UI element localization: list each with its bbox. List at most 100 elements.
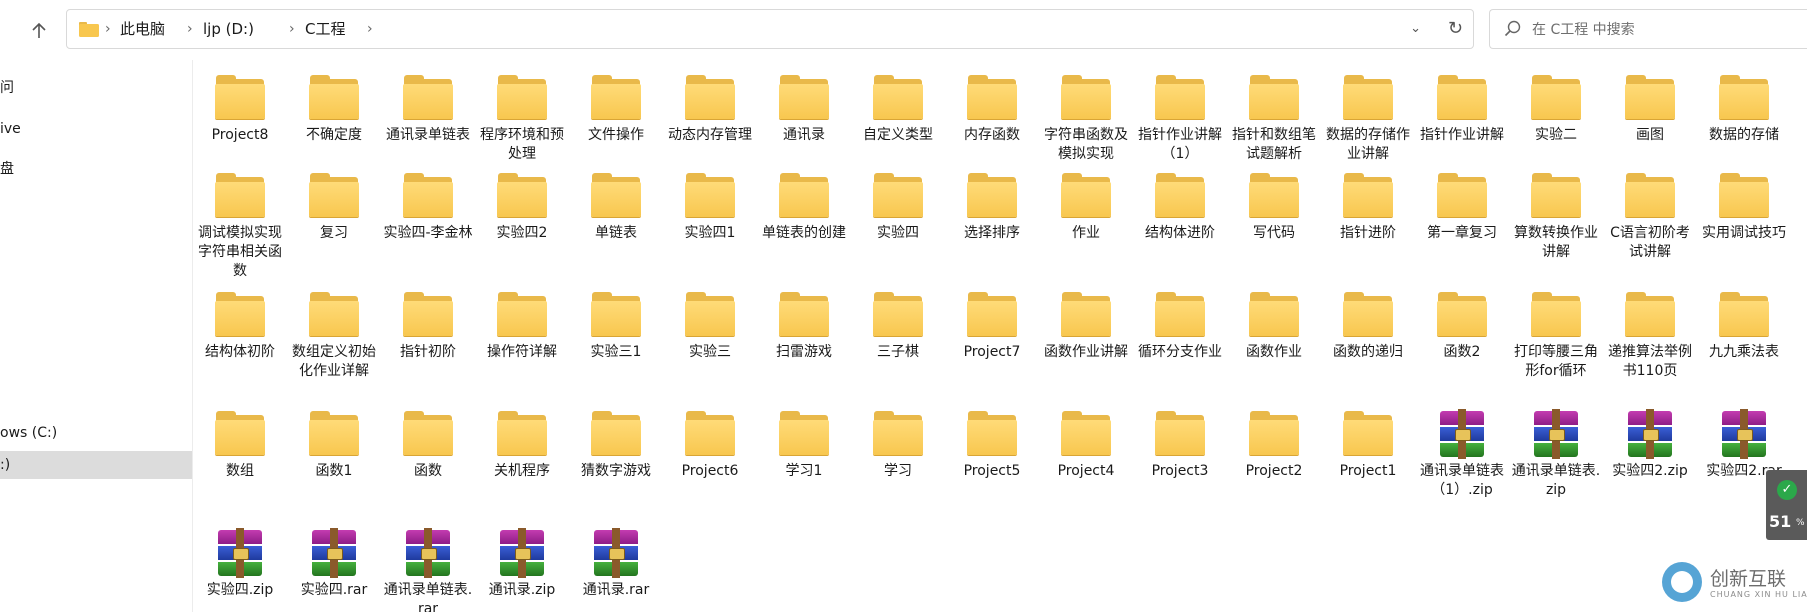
folder-item[interactable]: 第一章复习 (1417, 158, 1507, 268)
folder-item[interactable]: 函数作业 (1229, 277, 1319, 387)
folder-icon (873, 411, 923, 457)
folder-item[interactable]: 关机程序 (477, 396, 567, 506)
folder-item[interactable]: 九九乘法表 (1699, 277, 1789, 387)
file-name: Project5 (963, 463, 1021, 479)
up-arrow-icon[interactable] (26, 18, 52, 44)
folder-item[interactable]: 实用调试技巧 (1699, 158, 1789, 268)
sidebar-item-onedrive[interactable]: ive (0, 115, 192, 143)
folder-item[interactable]: 函数2 (1417, 277, 1507, 387)
folder-item[interactable]: 自定义类型 (853, 60, 943, 170)
folder-item[interactable]: 单链表的创建 (759, 158, 849, 268)
folder-item[interactable]: 数组 (195, 396, 285, 506)
file-name: 指针进阶 (1340, 225, 1396, 241)
folder-item[interactable]: 递推算法举例书110页 (1605, 277, 1695, 387)
folder-item[interactable]: 写代码 (1229, 158, 1319, 268)
folder-item[interactable]: 通讯录单链表 (383, 60, 473, 170)
folder-item[interactable]: 结构体初阶 (195, 277, 285, 387)
folder-item[interactable]: 实验四 (853, 158, 943, 268)
folder-icon (779, 292, 829, 338)
chevron-down-icon[interactable]: ⌄ (1410, 10, 1421, 48)
archive-item[interactable]: 通讯录单链表.rar (383, 515, 473, 612)
folder-icon (1249, 292, 1299, 338)
folder-item[interactable]: 指针作业讲解 (1417, 60, 1507, 170)
folder-icon (1343, 292, 1393, 338)
archive-item[interactable]: 实验四.rar (289, 515, 379, 612)
folder-item[interactable]: 不确定度 (289, 60, 379, 170)
folder-item[interactable]: 选择排序 (947, 158, 1037, 268)
folder-item[interactable]: Project7 (947, 277, 1037, 387)
folder-item[interactable]: 复习 (289, 158, 379, 268)
archive-item[interactable]: 实验四.zip (195, 515, 285, 612)
archive-item[interactable]: 实验四2.zip (1605, 396, 1695, 506)
folder-item[interactable]: 单链表 (571, 158, 661, 268)
folder-item[interactable]: 数据的存储作业讲解 (1323, 60, 1413, 170)
folder-item[interactable]: 猜数字游戏 (571, 396, 661, 506)
folder-item[interactable]: 学习1 (759, 396, 849, 506)
folder-item[interactable]: 扫雷游戏 (759, 277, 849, 387)
file-name: 通讯录单链表 (386, 127, 470, 143)
folder-item[interactable]: C语言初阶考试讲解 (1605, 158, 1695, 268)
folder-item[interactable]: 画图 (1605, 60, 1695, 170)
archive-item[interactable]: 通讯录.rar (571, 515, 661, 612)
breadcrumb-this-pc[interactable]: 此电脑 (120, 10, 165, 48)
folder-item[interactable]: Project5 (947, 396, 1037, 506)
toolbar: › 此电脑 › ljp (D:) › C工程 › ⌄ ↻ (0, 0, 1807, 60)
folder-item[interactable]: Project2 (1229, 396, 1319, 506)
sidebar-item-disk[interactable]: 盘 (0, 155, 192, 183)
folder-icon (591, 411, 641, 457)
folder-item[interactable]: 函数的递归 (1323, 277, 1413, 387)
folder-item[interactable]: Project3 (1135, 396, 1225, 506)
folder-item[interactable]: 实验四1 (665, 158, 755, 268)
folder-item[interactable]: Project6 (665, 396, 755, 506)
folder-item[interactable]: 函数作业讲解 (1041, 277, 1131, 387)
folder-item[interactable]: 程序环境和预处理 (477, 60, 567, 170)
folder-item[interactable]: 打印等腰三角形for循环 (1511, 277, 1601, 387)
search-input[interactable] (1530, 14, 1794, 46)
folder-item[interactable]: 实验三 (665, 277, 755, 387)
folder-item[interactable]: 实验四-李金林 (383, 158, 473, 268)
folder-item[interactable]: 实验三1 (571, 277, 661, 387)
address-bar[interactable]: › 此电脑 › ljp (D:) › C工程 › ⌄ ↻ (66, 9, 1474, 49)
folder-item[interactable]: 数组定义初始化作业详解 (289, 277, 379, 387)
folder-item[interactable]: 指针初阶 (383, 277, 473, 387)
sidebar-item-drive-d[interactable]: :) (0, 451, 192, 479)
folder-item[interactable]: 三子棋 (853, 277, 943, 387)
folder-item[interactable]: 函数 (383, 396, 473, 506)
folder-item[interactable]: 数据的存储 (1699, 60, 1789, 170)
folder-item[interactable]: 指针和数组笔试题解析 (1229, 60, 1319, 170)
folder-item[interactable]: 通讯录 (759, 60, 849, 170)
file-name: 实验三 (689, 344, 731, 360)
folder-icon (1437, 292, 1487, 338)
folder-item[interactable]: 操作符详解 (477, 277, 567, 387)
folder-item[interactable]: 字符串函数及模拟实现 (1041, 60, 1131, 170)
folder-item[interactable]: 文件操作 (571, 60, 661, 170)
refresh-icon[interactable]: ↻ (1448, 10, 1463, 48)
archive-item[interactable]: 通讯录单链表（1）.zip (1417, 396, 1507, 506)
folder-item[interactable]: Project4 (1041, 396, 1131, 506)
search-box[interactable] (1489, 9, 1807, 49)
folder-item[interactable]: 动态内存管理 (665, 60, 755, 170)
folder-item[interactable]: 内存函数 (947, 60, 1037, 170)
sidebar-item-drive-c[interactable]: ows (C:) (0, 419, 192, 447)
folder-item[interactable]: 结构体进阶 (1135, 158, 1225, 268)
folder-item[interactable]: 调试模拟实现字符串相关函数 (195, 158, 285, 279)
archive-item[interactable]: 通讯录.zip (477, 515, 567, 612)
file-name: Project4 (1057, 463, 1115, 479)
archive-item[interactable]: 通讯录单链表.zip (1511, 396, 1601, 506)
folder-item[interactable]: 算数转换作业讲解 (1511, 158, 1601, 268)
folder-item[interactable]: 函数1 (289, 396, 379, 506)
folder-item[interactable]: 作业 (1041, 158, 1131, 268)
sidebar-item-quick-access[interactable]: 问 (0, 74, 192, 102)
folder-item[interactable]: Project8 (195, 60, 285, 170)
breadcrumb-drive-d[interactable]: ljp (D:) (203, 10, 254, 48)
folder-item[interactable]: Project1 (1323, 396, 1413, 506)
folder-item[interactable]: 实验二 (1511, 60, 1601, 170)
folder-item[interactable]: 学习 (853, 396, 943, 506)
folder-item[interactable]: 指针作业讲解（1） (1135, 60, 1225, 170)
file-name: 第一章复习 (1427, 225, 1497, 241)
folder-item[interactable]: 实验四2 (477, 158, 567, 268)
file-name: 实验四2.zip (1612, 463, 1688, 479)
folder-item[interactable]: 循环分支作业 (1135, 277, 1225, 387)
breadcrumb-c-project[interactable]: C工程 (305, 10, 345, 48)
folder-item[interactable]: 指针进阶 (1323, 158, 1413, 268)
